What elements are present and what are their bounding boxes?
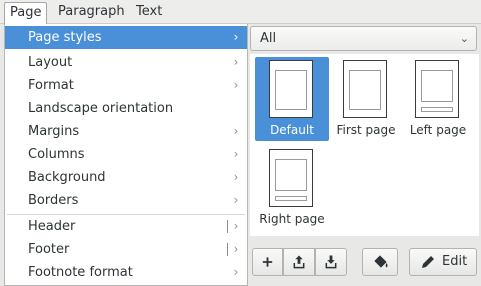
menubar-tab-paragraph[interactable]: Paragraph (53, 2, 130, 23)
chevron-right-icon: › (233, 170, 239, 184)
page-thumbnail-body (349, 70, 381, 110)
chevron-down-icon: ⌄ (459, 32, 469, 45)
style-tile-first-page[interactable]: First page (329, 57, 403, 141)
menubar-tab-label: Paragraph (58, 4, 125, 19)
style-tile-left-page[interactable]: Left page (401, 57, 475, 141)
menubar-tab-text[interactable]: Text (131, 2, 167, 23)
styles-toolbar: Edit (248, 236, 481, 286)
menubar-tab-page[interactable]: Page (4, 2, 48, 25)
chevron-right-icon: › (233, 30, 239, 44)
chevron-right-icon: › (233, 147, 239, 161)
update-style-button[interactable] (283, 248, 315, 276)
page-styles-list: Default First page Left page Right page (250, 54, 479, 236)
chevron-right-icon: › (233, 78, 239, 92)
page-menu: Page styles › Layout › Format › Landscap… (4, 24, 248, 286)
menu-item-label: Landscape orientation (28, 101, 174, 116)
menu-item-borders[interactable]: Borders › (5, 189, 247, 212)
pencil-icon (422, 256, 434, 268)
style-filter-dropdown[interactable]: All ⌄ (250, 26, 477, 51)
style-tile-label: Left page (409, 123, 467, 137)
page-thumbnail (269, 60, 313, 118)
menu-item-label: Footer (28, 242, 70, 257)
split-divider (227, 220, 228, 233)
menu-item-label: Margins (28, 124, 80, 139)
menu-item-background[interactable]: Background › (5, 166, 247, 189)
menu-item-landscape-orientation[interactable]: Landscape orientation (5, 97, 247, 120)
chevron-right-icon: › (233, 124, 239, 138)
plus-icon (262, 257, 273, 267)
menu-item-label: Columns (28, 147, 85, 162)
edit-button-label: Edit (442, 254, 468, 269)
paint-bucket-icon (374, 255, 388, 268)
chevron-right-icon: › (233, 55, 239, 69)
chevron-right-icon[interactable]: › (231, 238, 241, 261)
chevron-right-icon: › (233, 193, 239, 207)
page-thumbnail-body (275, 70, 307, 110)
menubar: Page Paragraph Text (0, 0, 481, 25)
menu-item-label: Format (28, 78, 74, 93)
page-thumbnail-body (421, 70, 453, 102)
chevron-right-icon: › (233, 265, 239, 279)
style-filter-value: All (260, 31, 277, 46)
upload-icon (293, 255, 305, 269)
page-thumbnail (343, 60, 387, 118)
menu-item-label: Background (28, 170, 106, 185)
style-tile-right-page[interactable]: Right page (255, 146, 329, 230)
menu-item-header[interactable]: Header › (5, 215, 247, 238)
download-icon (325, 255, 337, 269)
page-thumbnail-footer (275, 196, 307, 201)
menu-item-footnote-format[interactable]: Footnote format › (5, 261, 247, 284)
menu-item-label: Header (28, 219, 76, 234)
menu-item-format[interactable]: Format › (5, 74, 247, 97)
page-thumbnail (415, 60, 459, 118)
menubar-tab-label: Text (136, 4, 163, 19)
menu-item-label: Footnote format (28, 265, 133, 280)
menu-item-margins[interactable]: Margins › (5, 120, 247, 143)
style-tile-label: Right page (259, 212, 325, 226)
fill-format-button[interactable] (362, 248, 398, 276)
page-thumbnail (269, 149, 313, 207)
menu-item-label: Page styles (28, 30, 102, 45)
menu-item-layout[interactable]: Layout › (5, 51, 247, 74)
menu-item-page-styles[interactable]: Page styles › (5, 26, 247, 49)
load-style-button[interactable] (315, 248, 347, 276)
menu-item-columns[interactable]: Columns › (5, 143, 247, 166)
menubar-tab-label: Page (10, 5, 42, 20)
page-styles-panel: All ⌄ Default First page Left page Right… (248, 24, 481, 286)
menu-item-label: Layout (28, 55, 73, 70)
menu-item-label: Borders (28, 193, 79, 208)
split-divider (227, 243, 228, 256)
style-tile-default[interactable]: Default (255, 57, 329, 141)
chevron-right-icon[interactable]: › (231, 215, 241, 238)
page-thumbnail-footer (421, 107, 453, 112)
page-thumbnail-body (275, 159, 307, 191)
edit-style-button[interactable]: Edit (409, 248, 477, 276)
new-style-button[interactable] (252, 248, 283, 276)
menu-item-footer[interactable]: Footer › (5, 238, 247, 261)
